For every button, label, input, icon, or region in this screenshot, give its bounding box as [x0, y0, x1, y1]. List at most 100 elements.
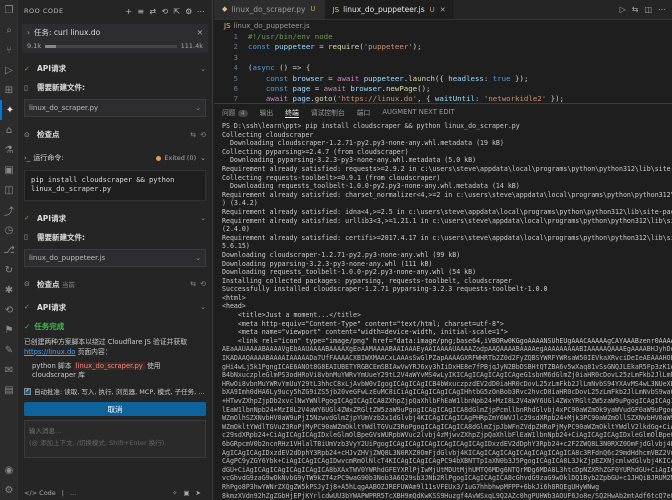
- roo-code-icon[interactable]: ✦: [0, 100, 18, 120]
- tab-label: linux_do_scraper.py: [231, 4, 306, 14]
- folder-icon[interactable]: ▤: [0, 380, 18, 400]
- terminal-line: lEaW1lbnNpb24+MzI8L2V4aWY6UGl4ZWxZRGltZW…: [222, 405, 672, 414]
- terminal-line: <html>: [222, 293, 246, 302]
- untracked-marker: U: [310, 5, 316, 13]
- enhance-prompt-icon[interactable]: ✧: [172, 489, 177, 497]
- explorer-icon[interactable]: ❐: [0, 0, 18, 20]
- tab-terminal[interactable]: 终端: [285, 107, 299, 118]
- terminal-line: B4bNxuczpleGlmPS3odHRoVi8vbnMuYWRvYmUueY…: [222, 371, 672, 380]
- tab-scraper[interactable]: ◆ linux_do_scraper.py U: [214, 0, 325, 19]
- chevron-down-icon[interactable]: ⌄: [200, 154, 206, 162]
- code-editor[interactable]: 1 #!/usr/bin/env node 2 const puppeteer = …: [214, 32, 672, 105]
- timeline-icon[interactable]: ◷: [0, 220, 18, 240]
- check-icon: ✓: [24, 303, 30, 312]
- run-command-label: 运行命令:: [33, 154, 64, 162]
- terminal-line: <title>Just a moment...</title>: [222, 311, 361, 320]
- puzzle-icon[interactable]: ✱: [0, 280, 18, 300]
- more-icon[interactable]: ⋯: [196, 7, 206, 16]
- history-icon[interactable]: ⟲: [0, 300, 18, 320]
- tab-puppeteer[interactable]: JS linux_do_puppeteer.js U ✕: [324, 0, 455, 19]
- account-icon[interactable]: ◉: [0, 460, 18, 480]
- manage-gear-icon[interactable]: ⚙: [0, 480, 18, 500]
- run-debug-icon[interactable]: ▷: [0, 60, 18, 80]
- prompts-icon[interactable]: ≡: [136, 7, 146, 16]
- git-icon[interactable]: ⎇: [0, 240, 18, 260]
- terminal-line: Requirement already satisfied: certifi>=…: [222, 233, 672, 242]
- history-icon[interactable]: ⟲: [160, 7, 170, 16]
- tab-output[interactable]: 输出: [260, 107, 274, 117]
- task-header[interactable]: › 任务: curl linux.do ✕ 9.1k 111.4k: [22, 24, 208, 53]
- close-tab-icon[interactable]: ✕: [440, 6, 446, 14]
- mcp-icon[interactable]: ⇄: [148, 7, 158, 16]
- restore-icon[interactable]: ⟲: [200, 131, 206, 139]
- breadcrumb[interactable]: JS linux_do_puppeteer.js: [214, 20, 672, 32]
- tab-problems[interactable]: 问题 4: [222, 107, 248, 117]
- message-input[interactable]: 输入消息... (@ 添加上下文, /切换模式, Shift+Enter 换行): [24, 420, 206, 459]
- problems-label: 问题: [222, 109, 236, 117]
- remote-icon[interactable]: ⌂: [0, 120, 18, 140]
- command-code-block: pip install cloudscraper && python linux…: [24, 170, 206, 201]
- terminal-line: WZmOkltYWdlTGVuZ3RoPjMyPC90aWZmOkltYWdlT…: [222, 422, 672, 431]
- checkpoint-row-1: ⊙ 检查点 ⇆ ⟲: [18, 125, 212, 144]
- auto-approve-row[interactable]: ✓ 自动批准: 读取, 写入, 执行, 浏览器, MCP, 模式, 子任务, .…: [18, 383, 212, 399]
- api-request-row-3[interactable]: ✓ API请求 ⌄: [18, 298, 212, 317]
- terminal-line: <meta name="viewport" content="width=dev…: [222, 328, 508, 337]
- api-request-row-2[interactable]: ✓ API请求 ⌄: [18, 209, 212, 228]
- testing-icon[interactable]: ⚗: [0, 140, 18, 160]
- terminal-line: (2.4.0): [222, 225, 250, 234]
- send-icon[interactable]: ➤: [196, 489, 201, 497]
- terminal-line: <link rel="icon" type="image/png" href="…: [237, 336, 672, 345]
- completion-bullet: python 脚本 linux_do_scraper.py 使用 cloudsc…: [18, 360, 212, 384]
- file-box-2[interactable]: linux_do_puppeteer.js ⌄: [24, 248, 206, 267]
- tab-debug-console[interactable]: 调试控制台: [311, 107, 345, 117]
- code-line: 5 const browser = await puppeteer.launch…: [220, 74, 672, 84]
- chevron-down-icon[interactable]: ⌄: [200, 65, 206, 73]
- terminal-icon: ›_: [24, 154, 31, 162]
- tab-ports[interactable]: 端口: [357, 107, 371, 117]
- popout-icon[interactable]: ⇱: [172, 7, 182, 16]
- search-icon[interactable]: ⌕: [0, 20, 18, 40]
- extensions-icon[interactable]: ⊞: [0, 80, 18, 100]
- source-control-icon[interactable]: ⑂: [0, 40, 18, 60]
- chat-icon[interactable]: ✉: [0, 360, 18, 380]
- auto-approve-checkbox[interactable]: ✓: [24, 387, 31, 395]
- new-task-icon[interactable]: +: [124, 7, 134, 16]
- chevron-down-icon[interactable]: ⌄: [200, 214, 206, 222]
- chevron-down-icon[interactable]: ⌄: [195, 254, 201, 262]
- line-text: const browser = await puppeteer.launch({…: [265, 73, 529, 83]
- cancel-button[interactable]: 取消: [24, 402, 206, 417]
- restore-icon[interactable]: ⟲: [200, 280, 206, 288]
- settings-icon[interactable]: ⚙: [184, 7, 194, 16]
- chevron-down-icon[interactable]: ⌄: [200, 303, 206, 311]
- notes-icon[interactable]: ✎: [0, 340, 18, 360]
- settings-sync-icon[interactable]: ↻: [0, 260, 18, 280]
- terminal-line: gHi4wLj5k1PgngICAE6ANOt8G8EAIUBETYRGBCEm…: [222, 362, 672, 371]
- docker-icon[interactable]: ▣: [0, 160, 18, 180]
- close-icon[interactable]: ✕: [197, 28, 203, 37]
- database-icon[interactable]: ◫: [0, 180, 18, 200]
- terminal-line: ) (3.4.2): [222, 199, 258, 208]
- run-icon[interactable]: ▷: [620, 5, 626, 14]
- code-line: 1 #!/usr/bin/env node: [220, 32, 672, 42]
- bookmark-icon[interactable]: ⚑: [0, 320, 18, 340]
- diff-icon[interactable]: ⇆: [190, 131, 196, 139]
- linux-do-link[interactable]: https://linux.do: [24, 348, 75, 356]
- line-number: 6: [233, 84, 238, 94]
- file-box-1[interactable]: linux_do_scraper.py ⌄: [24, 99, 206, 117]
- model-selector[interactable]: ...: [70, 489, 76, 497]
- terminal-output[interactable]: PS D:\ssh\learn\ppt> pip install cloudsc…: [214, 120, 672, 500]
- compare-icon[interactable]: ⇆: [632, 5, 639, 14]
- chevron-right-icon[interactable]: ›: [27, 28, 30, 37]
- chevron-down-icon[interactable]: ⌄: [195, 104, 201, 112]
- kangaroo-icon[interactable]: ⤴: [0, 200, 18, 220]
- editor-actions: ▷ ⇆ ◫ ⋯: [455, 0, 672, 19]
- code-line: 6 const page = await browser.newPage();: [220, 84, 672, 94]
- diff-icon[interactable]: ⇆: [190, 280, 196, 288]
- api-request-row[interactable]: ✓ API请求 ⌄: [18, 59, 212, 78]
- tab-augment[interactable]: AUGMENT NEXT EDIT: [382, 108, 454, 116]
- mode-selector[interactable]: </> Code: [24, 489, 56, 497]
- more-actions-icon[interactable]: ⋯: [658, 5, 666, 14]
- split-editor-icon[interactable]: ◫: [644, 5, 652, 14]
- image-icon[interactable]: ▣: [183, 489, 189, 497]
- code-line: 4 (async () => {: [220, 63, 672, 73]
